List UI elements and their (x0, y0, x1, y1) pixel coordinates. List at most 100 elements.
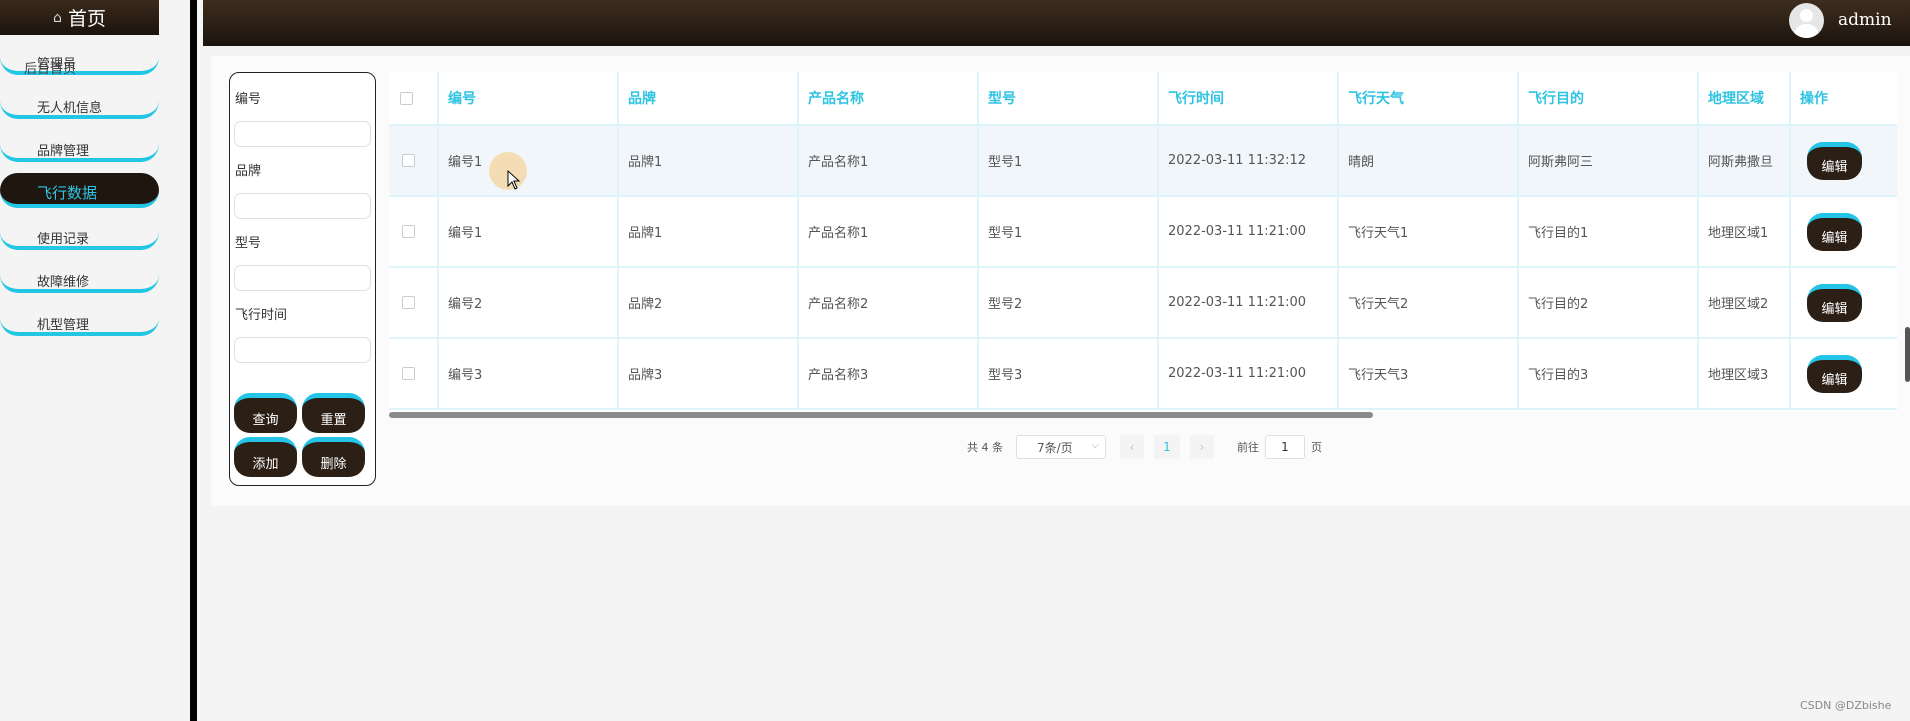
table-cell: 品牌1 (617, 126, 797, 195)
action-cell: 编辑 (1789, 197, 1897, 266)
sidebar-item-label: 使用记录 (37, 232, 90, 247)
table-cell: 型号3 (977, 339, 1157, 408)
sidebar-item-drone-info[interactable]: 无人机信息 (0, 89, 159, 119)
column-header[interactable]: 飞行目的 (1517, 72, 1697, 124)
id-input[interactable] (234, 121, 371, 147)
table-cell: 品牌1 (617, 197, 797, 266)
table-cell: 飞行天气1 (1337, 197, 1517, 266)
mouse-cursor-icon (507, 170, 521, 190)
row-select-cell (389, 268, 437, 337)
search-form: 编号 品牌 型号 飞行时间 查询 重置 添加 删除 (229, 72, 376, 486)
column-header[interactable]: 产品名称 (797, 72, 977, 124)
select-all-checkbox[interactable] (400, 91, 413, 105)
field-label-model: 型号 (235, 236, 262, 251)
table-cell: 飞行目的1 (1517, 197, 1697, 266)
table-cell: 型号1 (977, 197, 1157, 266)
table-cell: 地理区域2 (1697, 268, 1789, 337)
sidebar-item-brand[interactable]: 品牌管理 (0, 132, 159, 162)
field-label-brand: 品牌 (235, 164, 262, 179)
table-row[interactable]: 编号1 品牌1 产品名称1 型号1 2022-03-11 11:21:00 飞行… (389, 197, 1897, 268)
home-label: 首页 (67, 8, 106, 30)
avatar-head (1800, 9, 1813, 22)
row-checkbox[interactable] (402, 296, 415, 309)
table-cell: 阿斯弗撒旦 (1697, 126, 1789, 195)
table-cell: 品牌3 (617, 339, 797, 408)
table-cell: 飞行天气3 (1337, 339, 1517, 408)
home-link[interactable]: ⌂ 首页 (0, 0, 159, 35)
home-icon: ⌂ (53, 9, 62, 26)
table-cell: 产品名称1 (797, 126, 977, 195)
sidebar-item-flight-data[interactable]: 飞行数据 (0, 173, 159, 208)
table-cell: 2022-03-11 11:21:00 (1157, 197, 1337, 266)
sidebar-item-admin[interactable]: 管理员 后台首页 (0, 45, 159, 77)
chevron-down-icon: ⌵ (1091, 440, 1099, 451)
row-checkbox[interactable] (402, 225, 415, 238)
username[interactable]: admin (1838, 10, 1892, 30)
column-header[interactable]: 地理区域 (1697, 72, 1789, 124)
next-page-button[interactable]: › (1190, 435, 1214, 459)
table-cell: 阿斯弗阿三 (1517, 126, 1697, 195)
edit-button[interactable]: 编辑 (1807, 354, 1862, 393)
column-header[interactable]: 飞行天气 (1337, 72, 1517, 124)
goto-prefix: 前往 (1237, 441, 1259, 454)
page-number-current[interactable]: 1 (1154, 435, 1180, 459)
table-cell: 产品名称3 (797, 339, 977, 408)
table-header-row: 编号 品牌 产品名称 型号 飞行时间 飞行天气 飞行目的 地理区域 操作 (389, 72, 1897, 126)
query-button[interactable]: 查询 (234, 393, 297, 433)
table-cell: 2022-03-11 11:21:00 (1157, 268, 1337, 337)
column-header[interactable]: 编号 (437, 72, 617, 124)
add-button[interactable]: 添加 (234, 437, 297, 477)
table-cell: 编号1 (437, 126, 617, 195)
edit-button[interactable]: 编辑 (1807, 283, 1862, 322)
table-cell: 2022-03-11 11:21:00 (1157, 339, 1337, 408)
table-row[interactable]: 编号2 品牌2 产品名称2 型号2 2022-03-11 11:21:00 飞行… (389, 268, 1897, 339)
sidebar-item-label: 故障维修 (37, 275, 90, 290)
sidebar-item-usage-record[interactable]: 使用记录 (0, 220, 159, 250)
flight-time-input[interactable] (234, 337, 371, 363)
table-row[interactable]: 编号1 品牌1 产品名称1 型号1 2022-03-11 11:32:12 晴朗… (389, 126, 1897, 197)
column-header: 操作 (1789, 72, 1897, 124)
column-header[interactable]: 型号 (977, 72, 1157, 124)
table-cell: 型号2 (977, 268, 1157, 337)
sidebar-item-label: 飞行数据 (37, 184, 98, 202)
table-cell: 型号1 (977, 126, 1157, 195)
goto-page-input[interactable]: 1 (1265, 435, 1305, 459)
page-size-select[interactable]: 7条/页 ⌵ (1016, 435, 1106, 459)
top-header (203, 0, 1910, 46)
row-select-cell (389, 197, 437, 266)
model-input[interactable] (234, 265, 371, 291)
avatar[interactable] (1789, 3, 1824, 38)
sidebar-item-label: 无人机信息 (37, 101, 103, 116)
sidebar-item-repair[interactable]: 故障维修 (0, 263, 159, 293)
table-cell: 地理区域3 (1697, 339, 1789, 408)
goto-suffix: 页 (1311, 441, 1322, 454)
table-cell: 飞行天气2 (1337, 268, 1517, 337)
column-header[interactable]: 品牌 (617, 72, 797, 124)
edit-button[interactable]: 编辑 (1807, 212, 1862, 251)
reset-button[interactable]: 重置 (302, 393, 365, 433)
field-label-flight-time: 飞行时间 (235, 308, 288, 323)
table-row[interactable]: 编号3 品牌3 产品名称3 型号3 2022-03-11 11:21:00 飞行… (389, 339, 1897, 410)
page-vertical-scrollbar[interactable] (1905, 327, 1910, 382)
page-size-value: 7条/页 (1037, 440, 1073, 455)
data-table: 编号 品牌 产品名称 型号 飞行时间 飞行天气 飞行目的 地理区域 操作 编号1… (389, 72, 1897, 412)
table-horizontal-scrollbar[interactable] (389, 412, 1373, 418)
table-cell: 编号2 (437, 268, 617, 337)
delete-button[interactable]: 删除 (302, 437, 365, 477)
table-cell: 飞行目的2 (1517, 268, 1697, 337)
watermark: CSDN @DZbishe (1800, 699, 1892, 712)
row-checkbox[interactable] (402, 154, 415, 167)
row-checkbox[interactable] (402, 367, 415, 380)
table-cell: 地理区域1 (1697, 197, 1789, 266)
sidebar-item-model[interactable]: 机型管理 (0, 306, 159, 336)
brand-input[interactable] (234, 193, 371, 219)
sidebar-item-label: 品牌管理 (37, 144, 90, 159)
table-cell: 品牌2 (617, 268, 797, 337)
table-cell: 产品名称1 (797, 197, 977, 266)
prev-page-button[interactable]: ‹ (1120, 435, 1144, 459)
column-header[interactable]: 飞行时间 (1157, 72, 1337, 124)
edit-button[interactable]: 编辑 (1807, 141, 1862, 180)
table-cell: 晴朗 (1337, 126, 1517, 195)
table-cell: 2022-03-11 11:32:12 (1157, 126, 1337, 195)
sidebar-item-label: 机型管理 (37, 318, 90, 333)
